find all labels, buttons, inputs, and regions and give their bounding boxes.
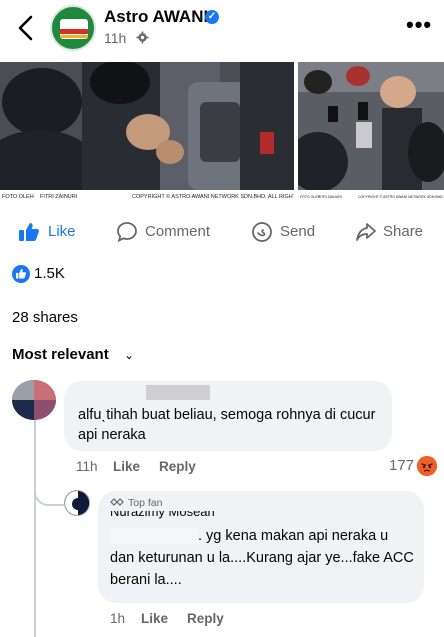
back-arrow-icon[interactable] [14, 14, 38, 42]
top-fan-icon [110, 498, 124, 506]
comment-text: alfuˎtihah buat beliau, semoga rohnya di… [78, 407, 376, 443]
globe-gear-icon [136, 31, 149, 44]
comment-sort-label[interactable]: Most relevant [12, 346, 109, 363]
post-header: Astro AWANI ✓ 11h ••• [0, 0, 444, 58]
comment-reply-button[interactable]: Reply [159, 459, 196, 474]
angry-reaction-icon [417, 456, 437, 476]
like-thumb-icon [19, 223, 39, 241]
send-icon [252, 222, 272, 242]
share-icon [356, 223, 376, 241]
chevron-down-icon[interactable]: ⌄ [124, 348, 134, 362]
avatar[interactable] [64, 490, 90, 516]
reply-bubble[interactable]: Top fan Nurazimy Mosean . yg kena makan … [98, 491, 424, 603]
comment-button[interactable]: Comment [116, 221, 216, 245]
reply-author-name[interactable]: Nurazimy Mosean [110, 511, 215, 521]
reaction-count: 1.5K [34, 265, 65, 282]
post-action-bar: Like Comment Send Share [0, 215, 444, 249]
share-button[interactable]: Share [355, 221, 435, 245]
reply-like-button[interactable]: Like [141, 611, 168, 626]
like-badge-icon [12, 265, 30, 283]
comment-reaction-count[interactable]: 177 [389, 457, 414, 474]
censored-mention [110, 528, 198, 544]
post-photo-left[interactable]: FOTO OLEH FITRI ZAINURI COPYRIGHT © ASTR… [0, 62, 294, 204]
reply-reply-button[interactable]: Reply [187, 611, 224, 626]
photo-credit: FOTO OLEH FITRI ZAINURI COPYRIGHT © ASTR… [0, 190, 294, 204]
reply-time[interactable]: 1h [110, 611, 125, 626]
comment-like-button[interactable]: Like [113, 459, 140, 474]
thread-branch [34, 478, 64, 506]
page-name[interactable]: Astro AWANI [104, 7, 208, 27]
verified-icon: ✓ [205, 10, 219, 24]
comment-icon [117, 222, 137, 243]
thread-line [34, 418, 36, 637]
like-button[interactable]: Like [18, 221, 88, 245]
send-button[interactable]: Send [251, 221, 321, 245]
press-photo-image [298, 62, 444, 192]
post-time[interactable]: 11h [104, 30, 126, 46]
comment-time[interactable]: 11h [76, 459, 98, 474]
post-photo-right[interactable]: FOTO OLEH FITRI ZAINURI COPYRIGHT © ASTR… [298, 62, 444, 204]
censored-author-name [146, 385, 210, 400]
comment-bubble[interactable]: alfuˎtihah buat beliau, semoga rohnya di… [64, 381, 392, 451]
share-count[interactable]: 28 shares [12, 309, 78, 326]
avatar[interactable] [12, 380, 56, 420]
page-avatar[interactable] [50, 5, 96, 51]
crowd-photo-image [0, 62, 294, 204]
photo-credit: FOTO OLEH FITRI ZAINURI COPYRIGHT © ASTR… [298, 190, 444, 204]
more-icon[interactable]: ••• [406, 12, 432, 38]
